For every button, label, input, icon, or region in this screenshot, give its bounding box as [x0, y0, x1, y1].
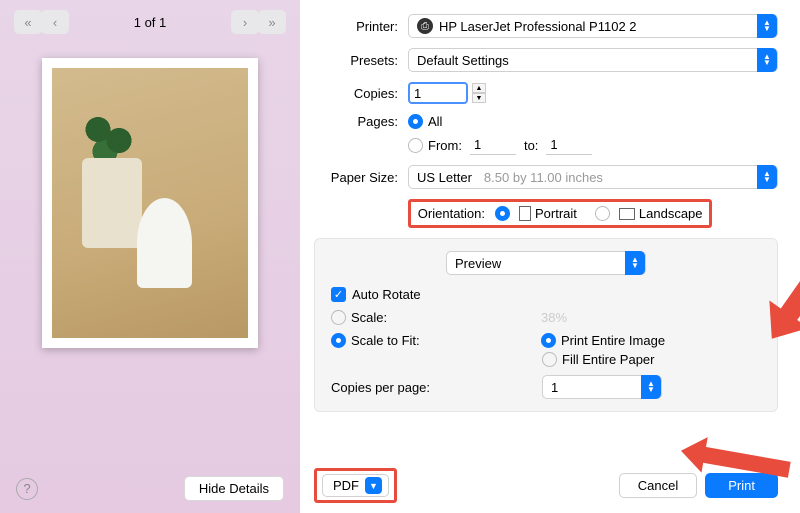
fill-entire-label: Fill Entire Paper [562, 352, 654, 367]
paper-size-hint: 8.50 by 11.00 inches [484, 170, 603, 185]
auto-rotate-label: Auto Rotate [352, 287, 421, 302]
copies-stepper[interactable]: ▲▼ [472, 83, 486, 103]
orientation-label: Orientation: [417, 206, 495, 221]
portrait-icon [519, 206, 531, 221]
page-counter: 1 of 1 [134, 15, 167, 30]
copies-label: Copies: [300, 86, 408, 101]
pdf-dropdown-button[interactable]: PDF ▼ [322, 474, 389, 497]
chevron-updown-icon: ▲▼ [757, 48, 777, 72]
printer-value: HP LaserJet Professional P1102 2 [439, 19, 637, 34]
print-entire-label: Print Entire Image [561, 333, 665, 348]
scale-value: 38% [541, 310, 567, 325]
page-last-button[interactable]: » [258, 10, 286, 34]
orientation-portrait-label: Portrait [535, 206, 577, 221]
orientation-landscape-radio[interactable] [595, 206, 610, 221]
printer-dropdown[interactable]: ⎙ HP LaserJet Professional P1102 2 ▲▼ [408, 14, 778, 38]
app-module-dropdown[interactable]: Preview ▲▼ [446, 251, 646, 275]
printer-label: Printer: [300, 19, 408, 34]
copies-per-page-dropdown[interactable]: 1 ▲▼ [542, 375, 662, 399]
print-options-pane: Printer: ⎙ HP LaserJet Professional P110… [300, 0, 800, 513]
chevron-updown-icon: ▲▼ [641, 375, 661, 399]
pages-from-radio[interactable] [408, 138, 423, 153]
fill-entire-radio[interactable] [542, 352, 557, 367]
paper-size-value: US Letter [417, 170, 472, 185]
page-thumbnail [42, 58, 258, 348]
preview-pane: « ‹ 1 of 1 › » ? Hide Details [0, 0, 300, 513]
orientation-landscape-label: Landscape [639, 206, 703, 221]
print-entire-radio[interactable] [541, 333, 556, 348]
copies-input[interactable] [408, 82, 468, 104]
orientation-portrait-radio[interactable] [495, 206, 510, 221]
paper-size-dropdown[interactable]: US Letter 8.50 by 11.00 inches ▲▼ [408, 165, 778, 189]
pdf-highlight: PDF ▼ [314, 468, 397, 503]
orientation-highlight: Orientation: Portrait Landscape [408, 199, 712, 228]
cancel-button[interactable]: Cancel [619, 473, 697, 498]
help-button[interactable]: ? [16, 478, 38, 500]
pages-from-input[interactable] [470, 135, 516, 155]
landscape-icon [619, 208, 635, 220]
copies-per-page-value: 1 [551, 380, 558, 395]
pdf-label: PDF [333, 478, 359, 493]
presets-label: Presets: [300, 53, 408, 68]
scale-label: Scale: [351, 310, 541, 325]
pages-to-input[interactable] [546, 135, 592, 155]
printer-icon: ⎙ [417, 18, 433, 34]
page-prev-button[interactable]: ‹ [41, 10, 69, 34]
paper-size-label: Paper Size: [300, 170, 408, 185]
copies-per-page-label: Copies per page: [331, 380, 542, 395]
hide-details-button[interactable]: Hide Details [184, 476, 284, 501]
pages-label: Pages: [300, 114, 408, 129]
chevron-updown-icon: ▲▼ [757, 165, 777, 189]
chevron-down-icon: ▼ [365, 477, 382, 494]
pages-from-label: From: [428, 138, 462, 153]
page-first-button[interactable]: « [14, 10, 42, 34]
chevron-updown-icon: ▲▼ [625, 251, 645, 275]
scale-radio[interactable] [331, 310, 346, 325]
pages-all-radio[interactable] [408, 114, 423, 129]
pages-all-label: All [428, 114, 442, 129]
scale-to-fit-label: Scale to Fit: [351, 333, 541, 348]
page-next-button[interactable]: › [231, 10, 259, 34]
chevron-updown-icon: ▲▼ [757, 14, 777, 38]
print-button[interactable]: Print [705, 473, 778, 498]
app-options-panel: Preview ▲▼ ✓ Auto Rotate Scale: 38% Scal… [314, 238, 778, 412]
scale-to-fit-radio[interactable] [331, 333, 346, 348]
annotation-arrow [777, 215, 800, 325]
presets-dropdown[interactable]: Default Settings ▲▼ [408, 48, 778, 72]
presets-value: Default Settings [417, 53, 509, 68]
auto-rotate-checkbox[interactable]: ✓ [331, 287, 346, 302]
pages-to-label: to: [524, 138, 538, 153]
app-module-value: Preview [455, 256, 501, 271]
